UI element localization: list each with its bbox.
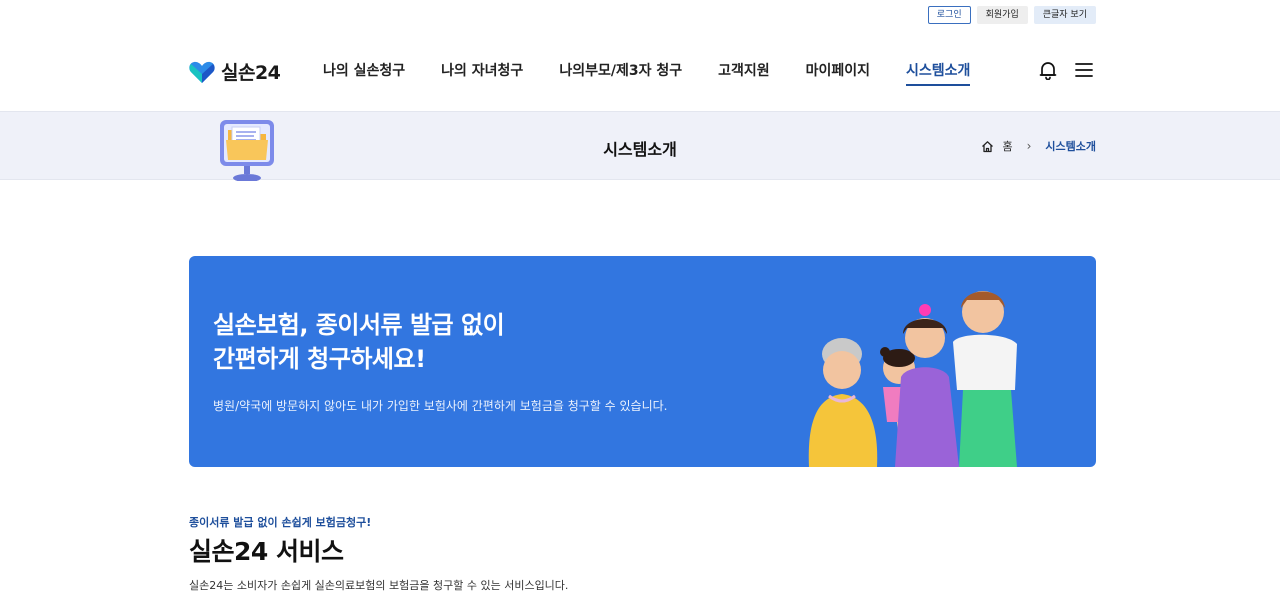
banner-headline: 실손보험, 종이서류 발급 없이 간편하게 청구하세요! bbox=[213, 308, 505, 376]
hero-banner: 실손보험, 종이서류 발급 없이 간편하게 청구하세요! 병원/약국에 방문하지… bbox=[189, 256, 1096, 467]
login-button[interactable]: 로그인 bbox=[927, 6, 971, 24]
nav-system-intro[interactable]: 시스템소개 bbox=[906, 60, 971, 86]
utility-bar: 로그인 회원가입 큰글자 보기 bbox=[927, 6, 1096, 24]
banner-description: 병원/약국에 방문하지 않아도 내가 가입한 보험사에 간편하게 보험금을 청구… bbox=[213, 399, 668, 413]
nav-child-claim[interactable]: 나의 자녀청구 bbox=[441, 60, 523, 86]
breadcrumb-current: 시스템소개 bbox=[1045, 140, 1096, 153]
family-illustration bbox=[808, 291, 1017, 467]
breadcrumb: 홈 › 시스템소개 bbox=[981, 138, 1096, 154]
banner-headline-line2: 간편하게 청구하세요! bbox=[213, 345, 426, 373]
breadcrumb-home[interactable]: 홈 bbox=[1002, 138, 1012, 154]
page-header-bar: 시스템소개 홈 › 시스템소개 bbox=[0, 111, 1280, 181]
join-button[interactable]: 회원가입 bbox=[976, 6, 1028, 24]
site-logo[interactable]: 실손24 bbox=[189, 58, 281, 85]
logo-text: 실손24 bbox=[221, 62, 281, 84]
large-text-button[interactable]: 큰글자 보기 bbox=[1033, 6, 1096, 24]
service-title: 실손24 서비스 bbox=[189, 537, 344, 566]
home-icon[interactable] bbox=[981, 140, 994, 153]
nav-my-claim[interactable]: 나의 실손청구 bbox=[323, 60, 405, 86]
nav-parent-third-party-claim[interactable]: 나의부모/제3자 청구 bbox=[559, 60, 682, 86]
bell-icon[interactable] bbox=[1038, 60, 1058, 80]
service-description: 실손24는 소비자가 손쉽게 실손의료보험의 보험금을 청구할 수 있는 서비스… bbox=[189, 579, 569, 592]
heart-logo-icon bbox=[189, 61, 215, 83]
header-actions bbox=[1038, 60, 1094, 80]
nav-customer-support[interactable]: 고객지원 bbox=[718, 60, 770, 86]
main-navigation: 나의 실손청구 나의 자녀청구 나의부모/제3자 청구 고객지원 마이페이지 시… bbox=[323, 60, 1006, 86]
nav-mypage[interactable]: 마이페이지 bbox=[806, 60, 870, 86]
service-subtitle: 종이서류 발급 없이 손쉽게 보험금청구! bbox=[189, 516, 372, 529]
hamburger-menu-icon[interactable] bbox=[1074, 60, 1094, 80]
chevron-right-icon: › bbox=[1026, 139, 1032, 153]
banner-headline-line1: 실손보험, 종이서류 발급 없이 bbox=[213, 311, 505, 339]
